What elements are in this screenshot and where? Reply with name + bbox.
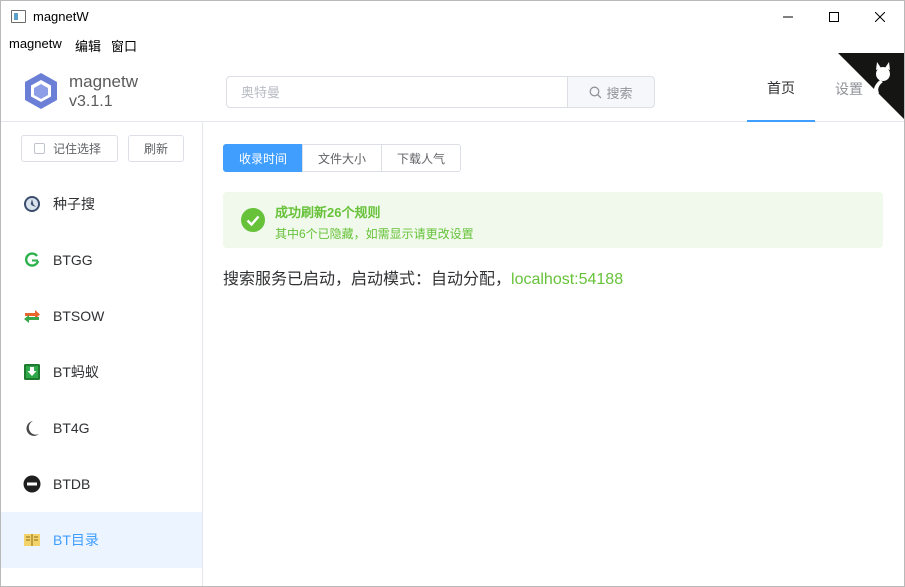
sidebar-item-bt4g[interactable]: BT4G <box>1 400 202 456</box>
success-alert: 成功刷新26个规则 其中6个已隐藏，如需显示请更改设置 <box>223 192 883 248</box>
window-title: magnetW <box>33 9 89 24</box>
minimize-button[interactable] <box>765 1 811 33</box>
brand-version: v3.1.1 <box>69 93 113 110</box>
sort-by-size-button[interactable]: 文件大小 <box>302 144 383 172</box>
maximize-icon <box>829 12 839 22</box>
check-circle-icon <box>241 208 265 232</box>
sidebar-item-btmulu[interactable]: BT目录 <box>1 512 202 568</box>
close-button[interactable] <box>857 1 903 33</box>
magnetw-logo-icon <box>25 73 57 109</box>
app-window-icon <box>11 10 26 23</box>
sort-by-popularity-button[interactable]: 下载人气 <box>381 144 462 172</box>
crescent-icon <box>26 421 39 436</box>
sidebar: 记住选择 刷新 种子搜 BTGG BTSOW BT蚂蚁 BT4G BTDB BT… <box>1 122 203 586</box>
sidebar-item-btdb[interactable]: BTDB <box>1 456 202 512</box>
arrows-swap-icon <box>24 310 40 323</box>
sidebar-item-btsow[interactable]: BTSOW <box>1 288 202 344</box>
menu-edit[interactable]: 编辑 <box>75 36 101 55</box>
sidebar-item-label: 种子搜 <box>53 196 95 212</box>
tab-home-label: 首页 <box>767 79 795 96</box>
service-status-text: 搜索服务已启动，启动模式：自动分配， <box>223 271 512 288</box>
alert-description: 其中6个已隐藏，如需显示请更改设置 <box>275 227 474 241</box>
search-icon <box>590 86 602 98</box>
compass-icon <box>24 196 40 212</box>
sidebar-item-label: BT蚂蚁 <box>53 364 99 380</box>
tab-home[interactable]: 首页 <box>747 55 815 122</box>
menu-window[interactable]: 窗口 <box>111 36 137 55</box>
minimize-icon <box>783 16 793 18</box>
sort-by-time-button[interactable]: 收录时间 <box>223 144 304 172</box>
sidebar-item-btmayi[interactable]: BT蚂蚁 <box>1 344 202 400</box>
btgg-logo-icon <box>25 252 40 267</box>
refresh-button-label: 刷新 <box>143 142 168 156</box>
sidebar-item-label: BTGG <box>53 252 93 268</box>
sidebar-item-zhongzisou[interactable]: 种子搜 <box>1 176 202 232</box>
remember-selection-button[interactable]: 记住选择 <box>21 135 118 162</box>
book-icon <box>24 534 40 546</box>
sidebar-item-label: BTSOW <box>53 308 105 324</box>
sidebar-item-label: BTDB <box>53 476 91 492</box>
brand-name: magnetw <box>69 72 138 91</box>
sidebar-item-label: BT4G <box>53 420 90 436</box>
alert-title: 成功刷新26个规则 <box>275 205 381 220</box>
main-content: 收录时间 文件大小 下载人气 成功刷新26个规则 其中6个已隐藏，如需显示请更改… <box>203 122 904 586</box>
menu-bar: magnetw 编辑 窗口 <box>1 33 904 55</box>
app-window: magnetW magnetw 编辑 窗口 magnetw v3.1.1 奥特曼… <box>0 0 905 587</box>
title-bar: magnetW <box>1 1 904 33</box>
sidebar-item-label: BT目录 <box>53 532 99 548</box>
maximize-button[interactable] <box>811 1 857 33</box>
refresh-button[interactable]: 刷新 <box>128 135 184 162</box>
remember-selection-checkbox[interactable] <box>34 143 45 154</box>
sidebar-item-btgg[interactable]: BTGG <box>1 232 202 288</box>
download-box-icon <box>24 364 40 380</box>
service-status: 搜索服务已启动，启动模式：自动分配，localhost:54188 <box>223 265 623 289</box>
search-button[interactable]: 搜索 <box>567 76 655 108</box>
remember-selection-label: 记住选择 <box>53 142 102 156</box>
github-corner-icon[interactable] <box>838 53 904 119</box>
btdb-badge-icon <box>23 475 41 493</box>
service-address-link[interactable]: localhost:54188 <box>511 271 623 288</box>
menu-magnetw[interactable]: magnetw <box>9 36 62 51</box>
search-input[interactable] <box>226 76 568 108</box>
close-icon <box>875 12 885 22</box>
sort-options: 收录时间 文件大小 下载人气 <box>223 144 462 172</box>
app-header: magnetw v3.1.1 搜索 首页 设置 <box>1 53 904 122</box>
search-button-label: 搜索 <box>606 85 633 101</box>
